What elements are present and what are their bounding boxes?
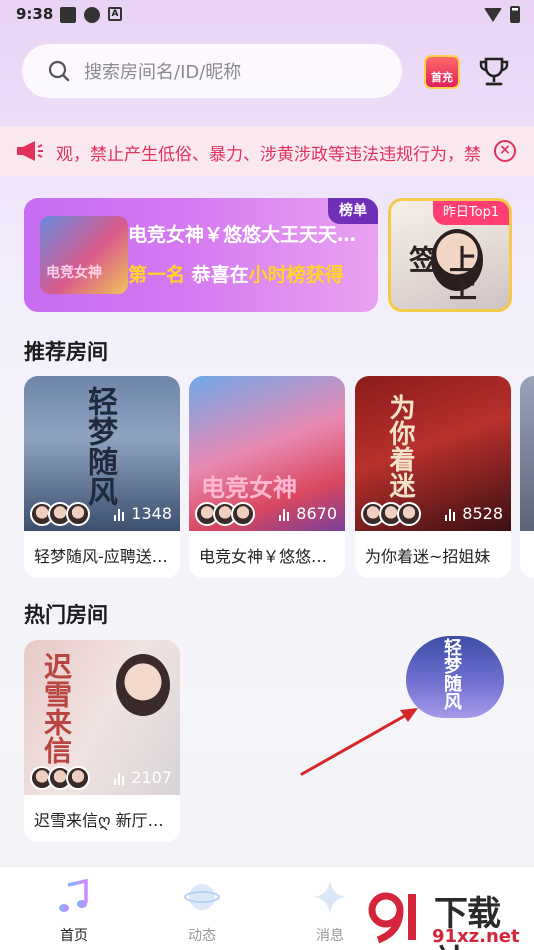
banner-thumb-text: 电竞女神 bbox=[46, 265, 102, 281]
yesterday-top-tag: 昨日Top1 bbox=[433, 201, 509, 225]
status-time: 9:38 bbox=[16, 5, 54, 23]
portrait-image bbox=[116, 654, 170, 716]
banner-tag: 榜单 bbox=[328, 198, 378, 224]
cover-art-text: 为你着迷 bbox=[385, 394, 415, 498]
listener-count: 1348 bbox=[114, 504, 172, 523]
room-card[interactable]: 迟雪来信 2107 迟雪来信ღ 新厅… bbox=[24, 640, 180, 842]
banner-subtitle: 第一名 恭喜在小时榜获得 bbox=[128, 260, 344, 287]
ranking-banner[interactable]: 电竞女神 电竞女神￥悠悠大王天天… 第一名 恭喜在小时榜获得 榜单 bbox=[24, 198, 378, 312]
banner-title: 电竞女神￥悠悠大王天天… bbox=[128, 224, 357, 246]
app-notification-icon bbox=[84, 7, 100, 23]
trophy-icon[interactable] bbox=[476, 54, 512, 90]
sparkle-icon bbox=[314, 881, 346, 913]
avatar bbox=[66, 766, 90, 790]
battery-icon bbox=[510, 6, 520, 23]
room-card[interactable]: 为你着迷 8528 为你着迷~招姐妹 bbox=[355, 376, 511, 578]
banner-sub-rank: 第一名 bbox=[128, 264, 186, 286]
a-notification-icon: A bbox=[108, 7, 122, 21]
first-recharge-icon[interactable]: 首充 bbox=[424, 55, 460, 89]
listener-count: 8670 bbox=[279, 504, 337, 523]
nav-label: 消息 bbox=[316, 928, 344, 944]
audio-bars-icon bbox=[114, 771, 126, 785]
side-art-text: 上上签 bbox=[405, 245, 478, 301]
listener-count-value: 2107 bbox=[131, 768, 172, 787]
section-title-hot: 热门房间 bbox=[24, 603, 108, 627]
nav-item-home[interactable]: 首页 bbox=[34, 878, 114, 945]
yesterday-top-card[interactable]: 上上签 昨日Top1 bbox=[388, 198, 512, 312]
room-name: 迟雪来信ღ 新厅… bbox=[34, 811, 164, 830]
room-name: 轻梦随风-应聘送… bbox=[34, 547, 168, 566]
cover-art-text: 迟雪来信 bbox=[40, 652, 73, 764]
recharge-label: 首充 bbox=[431, 71, 453, 84]
nav-label: 动态 bbox=[188, 928, 216, 944]
listener-count-value: 8528 bbox=[462, 504, 503, 523]
audio-bars-icon bbox=[445, 507, 457, 521]
status-system-icons bbox=[484, 6, 520, 23]
listener-count: 2107 bbox=[114, 768, 172, 787]
banner-sub-congrats: 恭喜在 bbox=[191, 264, 249, 286]
site-watermark: 下载站 91xz.net bbox=[362, 886, 532, 950]
room-card-partial[interactable] bbox=[520, 376, 534, 578]
bubble-art-text: 轻梦随风 bbox=[441, 638, 462, 710]
listener-count: 8528 bbox=[445, 504, 503, 523]
search-bar[interactable]: 搜索房间名/ID/昵称 bbox=[22, 44, 402, 98]
nav-item-messages[interactable]: 消息 bbox=[290, 879, 370, 945]
status-notification-icons: A bbox=[60, 7, 122, 23]
audio-bars-icon bbox=[114, 507, 126, 521]
notice-bar: 观，禁止产生低俗、暴力、涉黄涉政等违法违规行为，禁 × bbox=[0, 126, 534, 176]
room-avatars bbox=[30, 502, 90, 526]
room-avatars bbox=[361, 502, 421, 526]
section-title-recommended: 推荐房间 bbox=[24, 340, 108, 364]
close-icon[interactable]: × bbox=[494, 140, 516, 162]
wifi-icon bbox=[484, 7, 502, 22]
avatar bbox=[66, 502, 90, 526]
banner-thumbnail: 电竞女神 bbox=[40, 216, 128, 294]
room-name: 为你着迷~招姐妹 bbox=[365, 547, 491, 566]
room-avatars bbox=[30, 766, 90, 790]
audio-bars-icon bbox=[279, 507, 291, 521]
watermark-logo-icon bbox=[368, 892, 416, 944]
room-card[interactable]: 轻梦随风 1348 轻梦随风-应聘送… bbox=[24, 376, 180, 578]
avatar bbox=[397, 502, 421, 526]
room-card[interactable]: 电竞女神 8670 电竞女神￥悠悠… bbox=[189, 376, 345, 578]
planet-icon bbox=[184, 884, 220, 910]
room-name: 电竞女神￥悠悠… bbox=[199, 547, 328, 566]
room-cover-image bbox=[520, 376, 534, 531]
banner-sub-board: 小时榜获得 bbox=[248, 264, 344, 286]
square-icon bbox=[60, 7, 76, 23]
nav-label: 首页 bbox=[60, 928, 88, 944]
nav-item-feed[interactable]: 动态 bbox=[162, 879, 242, 945]
search-placeholder[interactable]: 搜索房间名/ID/昵称 bbox=[84, 58, 241, 84]
notice-text: 观，禁止产生低俗、暴力、涉黄涉政等违法违规行为，禁 bbox=[56, 145, 481, 165]
search-icon bbox=[48, 60, 70, 82]
listener-count-value: 8670 bbox=[296, 504, 337, 523]
room-avatars bbox=[195, 502, 255, 526]
watermark-url: 91xz.net bbox=[432, 926, 520, 947]
status-bar: 9:38 A bbox=[0, 0, 534, 30]
listener-count-value: 1348 bbox=[131, 504, 172, 523]
avatar bbox=[231, 502, 255, 526]
annotation-arrow bbox=[300, 708, 418, 776]
megaphone-icon bbox=[17, 141, 43, 161]
cover-art-text: 电竞女神 bbox=[201, 474, 297, 502]
music-note-icon bbox=[59, 878, 88, 912]
cover-art-text: 轻梦随风 bbox=[82, 386, 117, 506]
